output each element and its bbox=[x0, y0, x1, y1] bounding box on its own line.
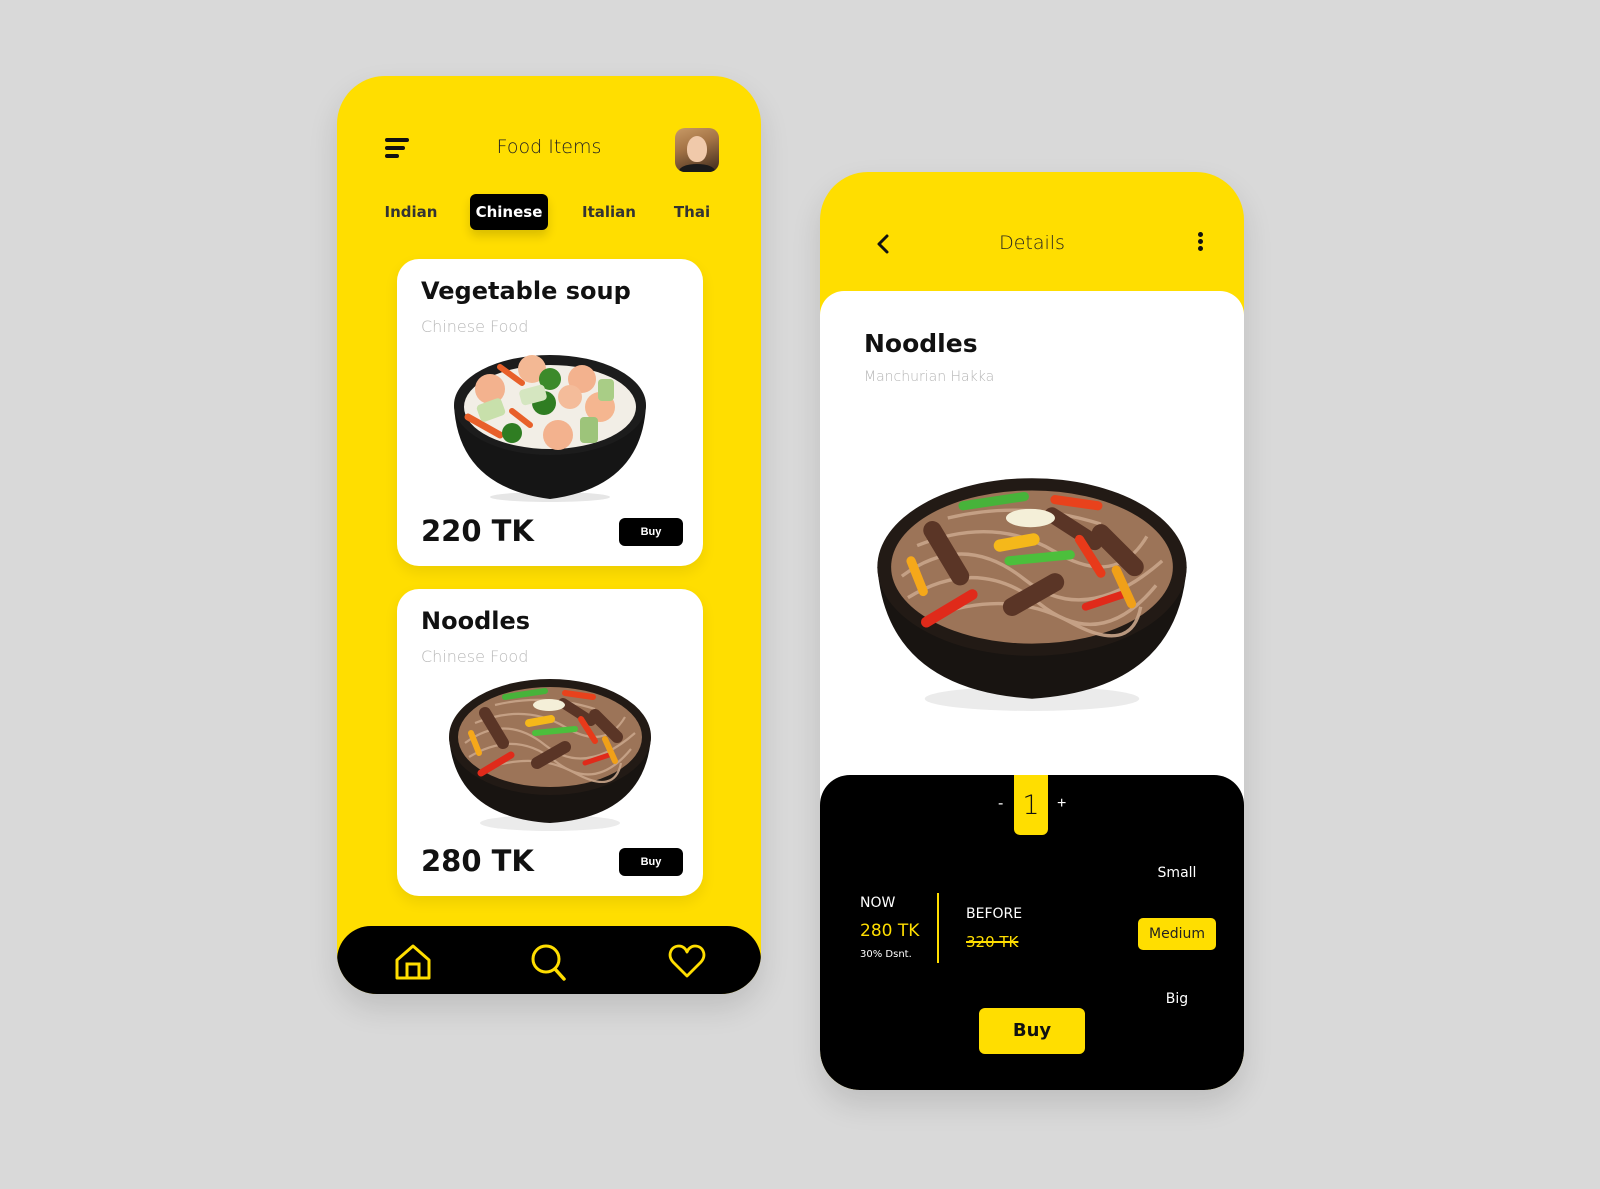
order-panel: - 1 + NOW 280 TK 30% Dsnt. BEFORE 320 TK… bbox=[820, 775, 1244, 1090]
more-vertical-icon[interactable] bbox=[1196, 232, 1204, 256]
size-option-big[interactable]: Big bbox=[1138, 983, 1216, 1015]
tab-thai[interactable]: Thai bbox=[667, 194, 717, 230]
tab-indian[interactable]: Indian bbox=[377, 194, 445, 230]
food-card[interactable]: Noodles Chinese Food 280 TK Buy bbox=[397, 589, 703, 896]
noodle-bowl-image bbox=[877, 478, 1187, 711]
now-price: 280 TK bbox=[860, 921, 920, 941]
food-category: Chinese Food bbox=[421, 317, 529, 336]
item-subtitle: Manchurian Hakka bbox=[864, 369, 995, 385]
stage: Food Items Indian Chinese Italian Thai V… bbox=[0, 0, 1600, 1189]
food-category: Chinese Food bbox=[421, 647, 529, 666]
food-price: 220 TK bbox=[421, 514, 534, 548]
buy-button[interactable]: Buy bbox=[619, 848, 683, 876]
home-icon[interactable] bbox=[393, 942, 433, 982]
food-name: Noodles bbox=[421, 607, 531, 635]
page-title: Details bbox=[999, 232, 1065, 254]
buy-button[interactable]: Buy bbox=[979, 1008, 1085, 1054]
noodle-bowl-image bbox=[449, 679, 651, 831]
food-card[interactable]: Vegetable soup Chinese Food 220 TK Buy bbox=[397, 259, 703, 566]
now-label: NOW bbox=[860, 895, 896, 911]
details-screen: Details Noodles Manchurian Hakka - 1 + N… bbox=[820, 172, 1244, 1090]
details-header: Details bbox=[820, 224, 1244, 264]
heart-icon[interactable] bbox=[667, 942, 707, 982]
tab-italian[interactable]: Italian bbox=[575, 194, 643, 230]
discount-label: 30% Dsnt. bbox=[860, 949, 912, 960]
food-price: 280 TK bbox=[421, 844, 534, 878]
before-price: 320 TK bbox=[966, 933, 1019, 951]
quantity-increase-button[interactable]: + bbox=[1057, 795, 1066, 813]
quantity-decrease-button[interactable]: - bbox=[998, 795, 1003, 813]
user-avatar[interactable] bbox=[675, 128, 719, 172]
price-divider bbox=[937, 893, 939, 963]
item-name: Noodles bbox=[864, 329, 978, 358]
buy-button[interactable]: Buy bbox=[619, 518, 683, 546]
bottom-nav bbox=[337, 926, 761, 994]
food-name: Vegetable soup bbox=[421, 277, 631, 305]
soup-bowl-image bbox=[454, 355, 646, 502]
list-header: Food Items bbox=[337, 128, 761, 172]
tab-chinese[interactable]: Chinese bbox=[470, 194, 548, 230]
size-option-small[interactable]: Small bbox=[1138, 857, 1216, 889]
food-list-screen: Food Items Indian Chinese Italian Thai V… bbox=[337, 76, 761, 994]
size-option-medium[interactable]: Medium bbox=[1138, 918, 1216, 950]
search-icon[interactable] bbox=[528, 942, 568, 982]
before-label: BEFORE bbox=[966, 906, 1023, 922]
quantity-value[interactable]: 1 bbox=[1014, 775, 1048, 835]
cuisine-tabs: Indian Chinese Italian Thai bbox=[337, 194, 761, 230]
